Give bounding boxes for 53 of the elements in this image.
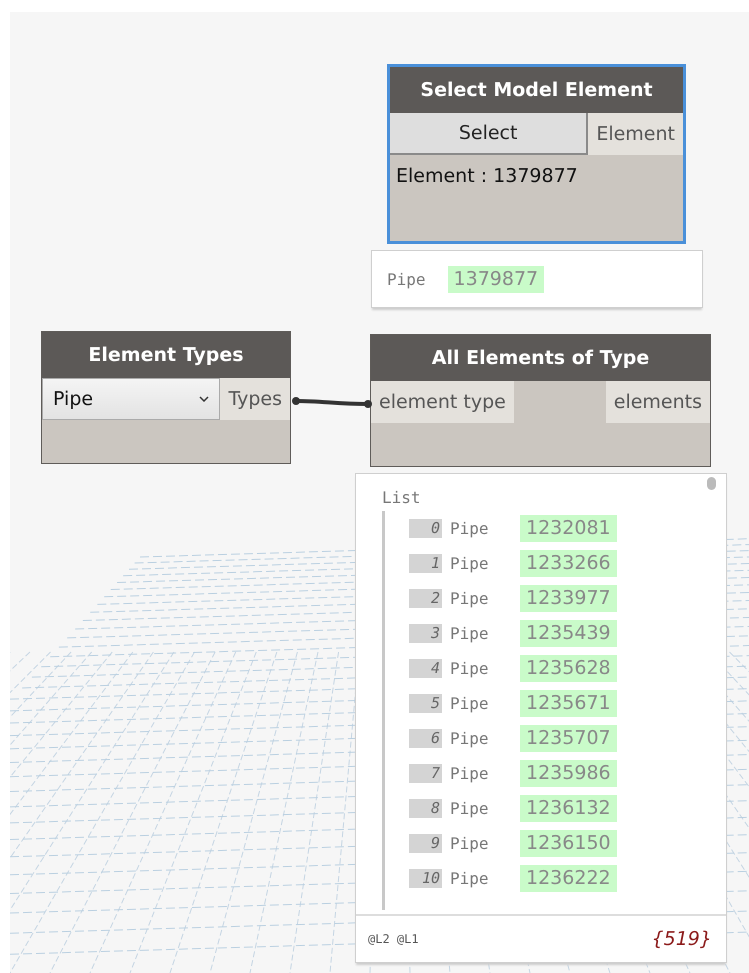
type-label: Pipe bbox=[450, 519, 490, 538]
node-card[interactable]: Select Model Element Select Element Element : 1379877 bbox=[387, 64, 686, 244]
type-label: Pipe bbox=[450, 554, 490, 573]
output-port[interactable]: Element bbox=[588, 113, 683, 155]
output-port[interactable]: Types bbox=[220, 378, 290, 420]
list-index: 9 bbox=[409, 834, 442, 853]
list-levels-text: @L2 @L1 bbox=[368, 932, 419, 946]
list-index: 6 bbox=[409, 729, 442, 748]
list-index: 5 bbox=[409, 694, 442, 713]
type-label: Pipe bbox=[450, 729, 490, 748]
type-label: Pipe bbox=[450, 624, 490, 643]
list-index: 7 bbox=[409, 764, 442, 783]
element-id-chip: 1232081 bbox=[520, 515, 617, 542]
type-label: Pipe bbox=[450, 799, 490, 818]
element-id-chip: 1235628 bbox=[520, 655, 617, 682]
list-index: 3 bbox=[409, 624, 442, 643]
element-id-chip: 1235439 bbox=[520, 620, 617, 647]
item-count-text: {519} bbox=[652, 928, 712, 950]
type-label: Pipe bbox=[450, 764, 490, 783]
list-index: 10 bbox=[409, 869, 442, 888]
element-id-chip: 1379877 bbox=[448, 266, 544, 292]
scrollbar-thumb[interactable] bbox=[707, 477, 716, 490]
element-id-chip: 1236150 bbox=[520, 830, 617, 857]
node-title: Select Model Element bbox=[390, 67, 683, 113]
list-index: 4 bbox=[409, 659, 442, 678]
output-port[interactable]: elements bbox=[606, 381, 710, 423]
element-id-chip: 1233266 bbox=[520, 550, 617, 577]
element-id-chip: 1235986 bbox=[520, 760, 617, 787]
node-card[interactable]: Element Types Pipe Types bbox=[41, 331, 291, 464]
element-id-chip: 1236132 bbox=[520, 795, 617, 822]
type-label: Pipe bbox=[450, 694, 490, 713]
type-label: Pipe bbox=[387, 270, 426, 288]
chevron-down-icon bbox=[199, 396, 210, 402]
list-index: 0 bbox=[409, 519, 442, 538]
select-button[interactable]: Select bbox=[390, 113, 588, 155]
element-id-chip: 1236222 bbox=[520, 865, 617, 892]
node-card[interactable]: All Elements of Type element type elements bbox=[370, 334, 711, 467]
node-title: Element Types bbox=[42, 332, 290, 378]
type-label: Pipe bbox=[450, 869, 490, 888]
element-id-chip: 1235671 bbox=[520, 690, 617, 717]
node-title: All Elements of Type bbox=[371, 335, 710, 381]
list-index: 2 bbox=[409, 589, 442, 608]
list-index: 1 bbox=[409, 554, 442, 573]
list-index: 8 bbox=[409, 799, 442, 818]
element-id-chip: 1235707 bbox=[520, 725, 617, 752]
list-label: List bbox=[382, 488, 421, 507]
type-label: Pipe bbox=[450, 834, 490, 853]
type-label: Pipe bbox=[450, 659, 490, 678]
type-dropdown[interactable]: Pipe bbox=[42, 378, 220, 420]
element-id-chip: 1233977 bbox=[520, 585, 617, 612]
node-value-text: Element : 1379877 bbox=[395, 164, 579, 189]
input-port[interactable]: element type bbox=[371, 381, 514, 423]
type-label: Pipe bbox=[450, 589, 490, 608]
